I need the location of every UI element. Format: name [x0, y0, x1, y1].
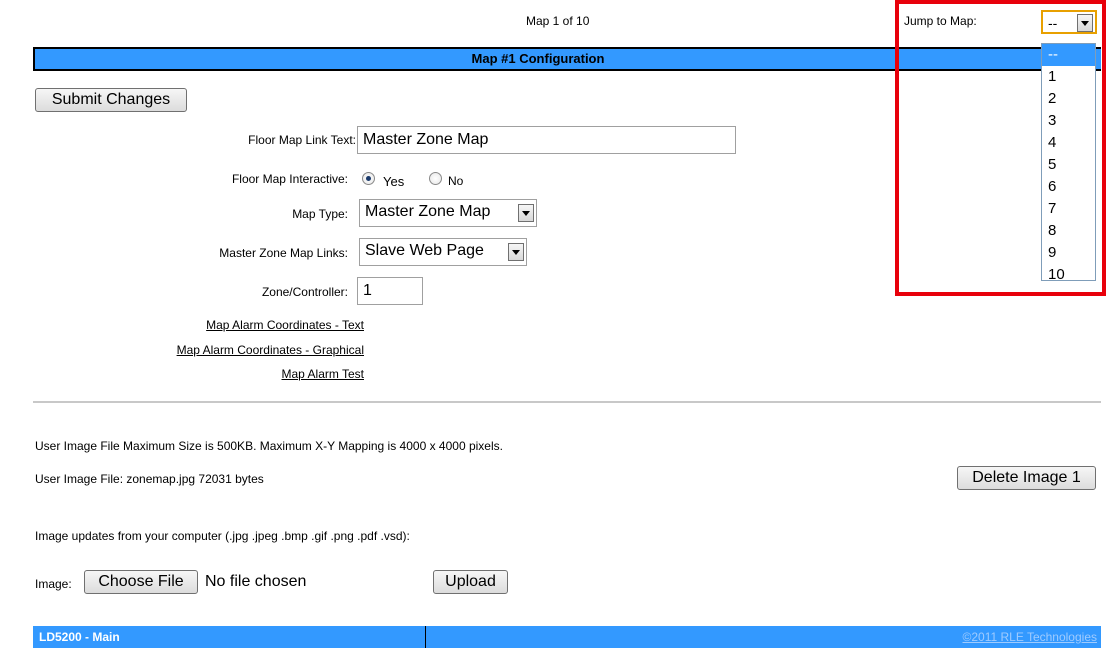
zone-links-select[interactable]: Slave Web Page	[359, 238, 527, 266]
zone-links-label: Master Zone Map Links:	[219, 246, 348, 260]
chevron-down-icon[interactable]	[518, 204, 534, 222]
image-label: Image:	[35, 577, 72, 591]
interactive-no-label: No	[448, 174, 464, 188]
alarm-test-link[interactable]: Map Alarm Test	[282, 367, 364, 381]
interactive-yes-radio[interactable]	[362, 172, 375, 185]
zone-controller-label: Zone/Controller:	[261, 285, 348, 299]
submit-changes-button[interactable]: Submit Changes	[35, 88, 187, 112]
choose-file-button[interactable]: Choose File	[84, 570, 198, 594]
interactive-no-radio[interactable]	[429, 172, 442, 185]
map-type-label: Map Type:	[292, 207, 348, 221]
footer-app-name: LD5200 - Main	[39, 630, 120, 644]
zone-controller-input[interactable]: 1	[357, 277, 423, 305]
upload-button[interactable]: Upload	[433, 570, 508, 594]
footer-bar: LD5200 - Main ©2011 RLE Technologies	[33, 626, 1101, 648]
interactive-label: Floor Map Interactive:	[231, 172, 348, 186]
link-text-label: Floor Map Link Text:	[248, 133, 356, 147]
section-divider	[33, 401, 1101, 403]
link-text-input[interactable]: Master Zone Map	[357, 126, 736, 154]
alarm-coords-text-link[interactable]: Map Alarm Coordinates - Text	[206, 318, 364, 332]
chevron-down-icon[interactable]	[508, 243, 524, 261]
image-updates-note: Image updates from your computer (.jpg .…	[35, 529, 410, 543]
interactive-yes-label: Yes	[383, 174, 405, 189]
highlight-box	[895, 0, 1106, 296]
user-image-file-info: User Image File: zonemap.jpg 72031 bytes	[35, 472, 264, 486]
max-size-note: User Image File Maximum Size is 500KB. M…	[35, 439, 503, 453]
map-counter: Map 1 of 10	[526, 14, 590, 28]
no-file-chosen-text: No file chosen	[205, 573, 307, 590]
footer-divider	[425, 626, 426, 648]
map-type-select[interactable]: Master Zone Map	[359, 199, 537, 227]
alarm-coords-graphical-link[interactable]: Map Alarm Coordinates - Graphical	[177, 343, 364, 357]
delete-image-button[interactable]: Delete Image 1	[957, 466, 1096, 490]
map-type-value: Master Zone Map	[365, 203, 491, 220]
footer-copyright-link[interactable]: ©2011 RLE Technologies	[963, 630, 1098, 644]
zone-links-value: Slave Web Page	[365, 242, 484, 259]
